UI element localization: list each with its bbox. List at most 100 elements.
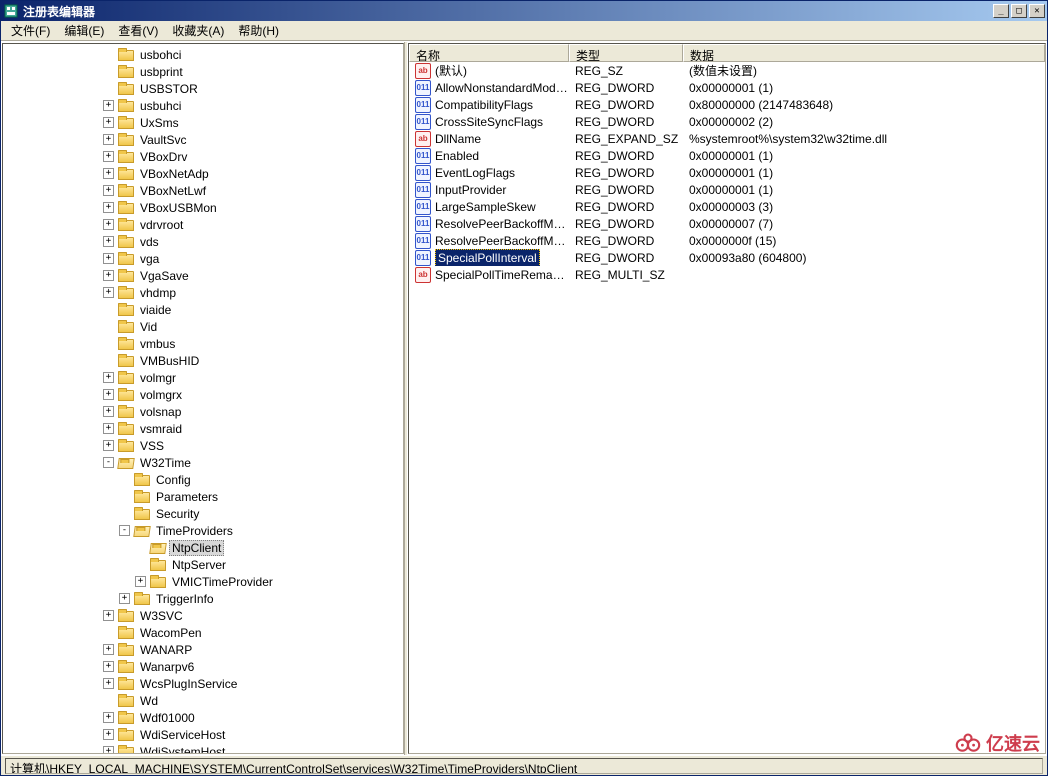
tree-item-security[interactable]: Security: [3, 505, 403, 522]
tree-item-vsmraid[interactable]: +vsmraid: [3, 420, 403, 437]
tree-item-vmbus[interactable]: vmbus: [3, 335, 403, 352]
tree-item-vmictimeprovider[interactable]: +VMICTimeProvider: [3, 573, 403, 590]
value-row[interactable]: 011AllowNonstandardMod…REG_DWORD0x000000…: [409, 79, 1045, 96]
tree-item-ntpserver[interactable]: NtpServer: [3, 556, 403, 573]
value-row[interactable]: 011EventLogFlagsREG_DWORD0x00000001 (1): [409, 164, 1045, 181]
expand-icon[interactable]: +: [103, 219, 114, 230]
tree-item-triggerinfo[interactable]: +TriggerInfo: [3, 590, 403, 607]
collapse-icon[interactable]: -: [103, 457, 114, 468]
expand-icon[interactable]: +: [103, 678, 114, 689]
expand-icon[interactable]: +: [103, 185, 114, 196]
minimize-button[interactable]: _: [993, 4, 1009, 18]
tree-item-volmgr[interactable]: + volmgr: [3, 369, 403, 386]
tree-item-vga[interactable]: +vga: [3, 250, 403, 267]
tree-item-vboxdrv[interactable]: +VBoxDrv: [3, 148, 403, 165]
tree-item-wd[interactable]: Wd: [3, 692, 403, 709]
value-row[interactable]: 011ResolvePeerBackoffM…REG_DWORD0x000000…: [409, 232, 1045, 249]
value-row[interactable]: 011LargeSampleSkewREG_DWORD0x00000003 (3…: [409, 198, 1045, 215]
tree-item-wanarpv6[interactable]: +Wanarpv6: [3, 658, 403, 675]
tree-item-vboxnetadp[interactable]: +VBoxNetAdp: [3, 165, 403, 182]
col-header-type[interactable]: 类型: [569, 44, 683, 62]
tree-item-usbprint[interactable]: usbprint: [3, 63, 403, 80]
tree-item-usbohci[interactable]: usbohci: [3, 46, 403, 63]
tree-item-timeproviders[interactable]: -TimeProviders: [3, 522, 403, 539]
tree-item-w3svc[interactable]: +W3SVC: [3, 607, 403, 624]
tree-item-vss[interactable]: +VSS: [3, 437, 403, 454]
tree-item-vds[interactable]: +vds: [3, 233, 403, 250]
menu-view[interactable]: 查看(V): [112, 20, 164, 41]
tree-item-wanarp[interactable]: +WANARP: [3, 641, 403, 658]
expand-icon[interactable]: +: [103, 644, 114, 655]
tree-item-vid[interactable]: Vid: [3, 318, 403, 335]
expand-icon[interactable]: +: [119, 593, 130, 604]
value-row[interactable]: abDllNameREG_EXPAND_SZ%systemroot%\syste…: [409, 130, 1045, 147]
menu-help[interactable]: 帮助(H): [232, 20, 285, 41]
tree-item-usbstor[interactable]: USBSTOR: [3, 80, 403, 97]
expand-icon[interactable]: +: [103, 729, 114, 740]
menu-file[interactable]: 文件(F): [5, 20, 56, 41]
expand-icon[interactable]: +: [103, 440, 114, 451]
expand-icon[interactable]: +: [103, 253, 114, 264]
tree-item-w32time[interactable]: -W32Time: [3, 454, 403, 471]
tree-item-viaide[interactable]: viaide: [3, 301, 403, 318]
expand-icon[interactable]: +: [103, 236, 114, 247]
tree-item-vaultsvc[interactable]: +VaultSvc: [3, 131, 403, 148]
expand-icon[interactable]: +: [103, 372, 114, 383]
tree-item-config[interactable]: Config: [3, 471, 403, 488]
expand-icon[interactable]: +: [103, 151, 114, 162]
expand-icon[interactable]: +: [103, 610, 114, 621]
tree-pane[interactable]: usbohciusbprintUSBSTOR+usbuhci+UxSms+Vau…: [2, 43, 404, 754]
col-header-data[interactable]: 数据: [683, 44, 1045, 62]
expand-icon[interactable]: +: [103, 270, 114, 281]
tree-item-vgasave[interactable]: +VgaSave: [3, 267, 403, 284]
expand-icon[interactable]: +: [103, 287, 114, 298]
tree-item-wdiservicehost[interactable]: +WdiServiceHost: [3, 726, 403, 743]
tree-item-wdf01000[interactable]: +Wdf01000: [3, 709, 403, 726]
expand-icon[interactable]: +: [103, 134, 114, 145]
tree-label: volmgr: [137, 370, 179, 386]
value-row[interactable]: 011ResolvePeerBackoffM…REG_DWORD0x000000…: [409, 215, 1045, 232]
collapse-icon[interactable]: -: [119, 525, 130, 536]
tree-item-vboxnetlwf[interactable]: +VBoxNetLwf: [3, 182, 403, 199]
tree-item-volmgrx[interactable]: +volmgrx: [3, 386, 403, 403]
tree-item-volsnap[interactable]: +volsnap: [3, 403, 403, 420]
expand-icon[interactable]: +: [103, 168, 114, 179]
expand-icon[interactable]: +: [103, 100, 114, 111]
expand-icon[interactable]: +: [135, 576, 146, 587]
expand-icon[interactable]: +: [103, 202, 114, 213]
tree-item-vboxusbmon[interactable]: +VBoxUSBMon: [3, 199, 403, 216]
maximize-button[interactable]: □: [1011, 4, 1027, 18]
close-button[interactable]: ✕: [1029, 4, 1045, 18]
value-row[interactable]: 011InputProviderREG_DWORD0x00000001 (1): [409, 181, 1045, 198]
tree-item-usbuhci[interactable]: +usbuhci: [3, 97, 403, 114]
value-row[interactable]: 011EnabledREG_DWORD0x00000001 (1): [409, 147, 1045, 164]
expand-icon[interactable]: +: [103, 746, 114, 754]
value-row[interactable]: ab(默认)REG_SZ(数值未设置): [409, 62, 1045, 79]
expand-icon[interactable]: +: [103, 661, 114, 672]
tree-item-parameters[interactable]: Parameters: [3, 488, 403, 505]
tree-item-uxsms[interactable]: +UxSms: [3, 114, 403, 131]
expand-icon[interactable]: +: [103, 423, 114, 434]
menu-edit[interactable]: 编辑(E): [58, 20, 110, 41]
expand-icon[interactable]: +: [103, 117, 114, 128]
tree-item-vhdmp[interactable]: +vhdmp: [3, 284, 403, 301]
tree-item-vmbushid[interactable]: VMBusHID: [3, 352, 403, 369]
tree-item-vdrvroot[interactable]: +vdrvroot: [3, 216, 403, 233]
expand-icon[interactable]: +: [103, 406, 114, 417]
col-header-name[interactable]: 名称: [409, 44, 569, 62]
tree-item-wacompen[interactable]: WacomPen: [3, 624, 403, 641]
values-list[interactable]: ab(默认)REG_SZ(数值未设置)011AllowNonstandardMo…: [409, 62, 1045, 753]
tree-item-ntpclient[interactable]: NtpClient: [3, 539, 403, 556]
value-row[interactable]: 011CompatibilityFlagsREG_DWORD0x80000000…: [409, 96, 1045, 113]
value-row[interactable]: 011SpecialPollIntervalREG_DWORD0x00093a8…: [409, 249, 1045, 266]
menu-favorites[interactable]: 收藏夹(A): [166, 20, 230, 41]
value-row[interactable]: abSpecialPollTimeRema…REG_MULTI_SZ: [409, 266, 1045, 283]
value-row[interactable]: 011CrossSiteSyncFlagsREG_DWORD0x00000002…: [409, 113, 1045, 130]
value-data: 0x00000001 (1): [683, 147, 1045, 164]
expand-icon[interactable]: +: [103, 389, 114, 400]
expand-icon[interactable]: +: [103, 712, 114, 723]
titlebar[interactable]: 注册表编辑器 _ □ ✕: [1, 1, 1047, 21]
folder-icon: [134, 490, 150, 504]
tree-item-wcspluginservice[interactable]: +WcsPlugInService: [3, 675, 403, 692]
tree-item-wdisystemhost[interactable]: +WdiSystemHost: [3, 743, 403, 754]
